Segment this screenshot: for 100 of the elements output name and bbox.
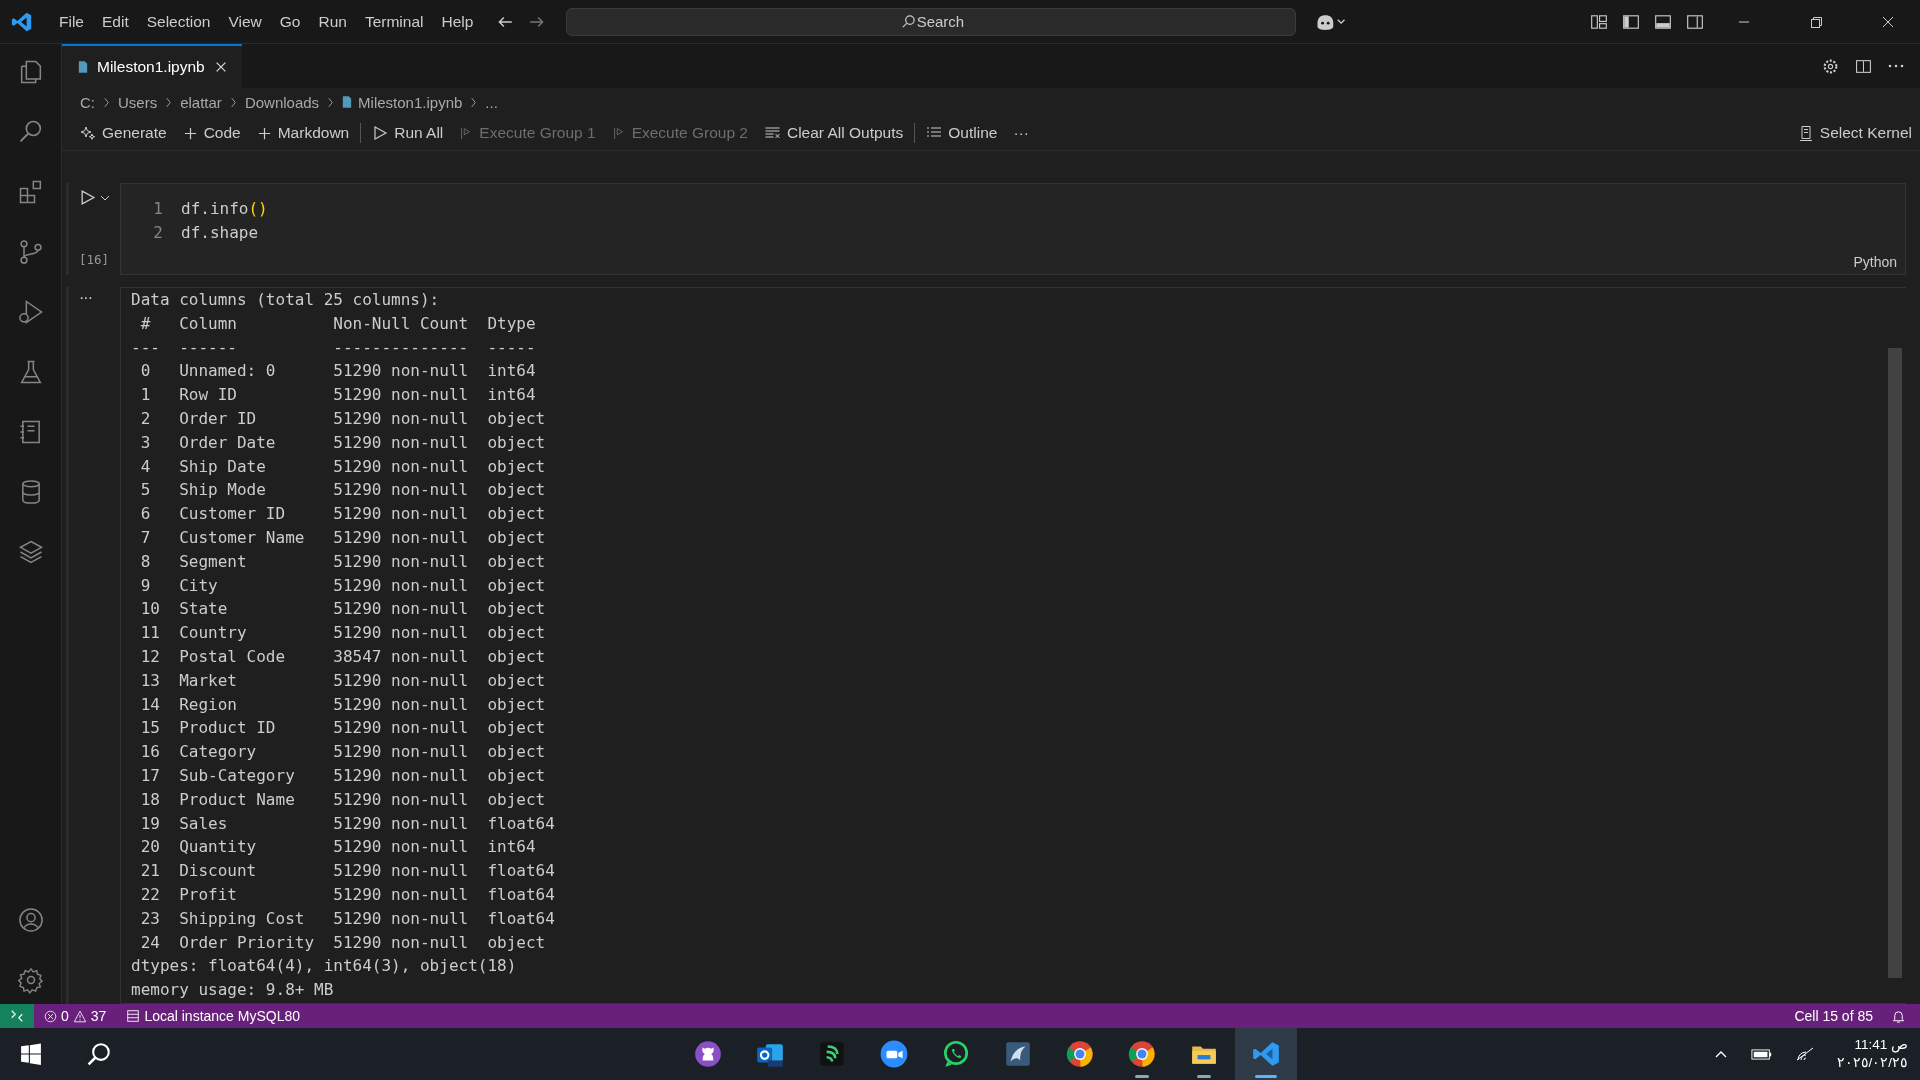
- output-line: 11 Country 51290 non-null object: [139, 622, 546, 645]
- output-line: 10 State 51290 non-null object: [139, 598, 546, 621]
- chevron-down-icon[interactable]: [100, 193, 110, 202]
- notebook-file-icon: [342, 95, 353, 109]
- breadcrumb-item[interactable]: Mileston1.ipynb: [358, 93, 463, 111]
- code-icon: [1251, 1039, 1282, 1069]
- panel-toggle-icon[interactable]: [1654, 12, 1672, 31]
- output-line: 2 Order ID 51290 non-null object: [139, 408, 546, 430]
- output-line: 17 Sub-Category 51290 non-null object: [139, 764, 546, 787]
- breadcrumb-item[interactable]: C:: [80, 93, 95, 111]
- menu-item[interactable]: Edit: [93, 12, 138, 31]
- menu-item[interactable]: Help: [432, 12, 483, 31]
- line-number: 1: [152, 198, 163, 218]
- output-line: 6 Customer ID 51290 non-null object: [139, 503, 546, 526]
- output-line: 8 Segment 51290 non-null object: [139, 550, 546, 573]
- output-line: 12 Postal Code 38547 non-null object: [139, 645, 546, 668]
- cell-position[interactable]: Cell 15 of 85: [1784, 1008, 1883, 1024]
- toolbar-button[interactable]: Run All: [364, 121, 452, 145]
- secondary-sidebar-icon[interactable]: [1686, 12, 1704, 31]
- bar-play-icon: [611, 125, 626, 141]
- kernel-icon: [1797, 124, 1814, 142]
- remote-button[interactable]: [0, 1004, 34, 1028]
- sparkle-icon: [80, 125, 96, 141]
- output-line: Data columns (total 25 columns):: [131, 289, 440, 311]
- menu-item[interactable]: Terminal: [355, 12, 433, 31]
- search-icon: [901, 13, 917, 29]
- output-line: # Column Non-Null Count Dtype: [139, 312, 536, 335]
- run-cell-icon[interactable]: [79, 189, 96, 206]
- menu-item[interactable]: Run: [309, 12, 356, 31]
- menu-item[interactable]: Selection: [137, 12, 220, 31]
- clock-date[interactable]: ٢٠٢٥/٠٢/٢٥: [1836, 1054, 1908, 1072]
- output-line: 5 Ship Mode 51290 non-null object: [139, 479, 546, 502]
- warning-icon: [72, 1009, 87, 1023]
- menu-item[interactable]: File: [50, 12, 93, 31]
- output-line: 9 City 51290 non-null object: [139, 574, 546, 597]
- output-line: 3 Order Date 51290 non-null object: [139, 431, 546, 454]
- notebook-file-icon: [78, 60, 88, 74]
- vscode-logo-icon: [11, 10, 33, 33]
- run-debug-icon[interactable]: [16, 298, 45, 326]
- account-icon[interactable]: [16, 906, 45, 934]
- toolbar-button[interactable]: Markdown: [248, 121, 358, 145]
- github-icon: [693, 1039, 724, 1069]
- output-line: 18 Product Name 51290 non-null object: [139, 788, 546, 811]
- search-field[interactable]: Search: [566, 7, 1297, 36]
- clear-list-icon: [764, 125, 781, 141]
- menu-item[interactable]: Go: [270, 12, 310, 31]
- bell-icon[interactable]: [1891, 1008, 1906, 1024]
- chevron-right-icon: [470, 96, 478, 108]
- settings-icon[interactable]: [16, 966, 45, 994]
- language-label[interactable]: Python: [1853, 254, 1897, 270]
- output-line: 19 Sales 51290 non-null float64: [139, 812, 555, 835]
- breadcrumb-item[interactable]: elattar: [180, 93, 222, 111]
- output-line: 22 Profit 51290 non-null float64: [139, 883, 555, 906]
- output-more-button[interactable]: ···: [79, 287, 120, 307]
- split-editor-icon[interactable]: [1855, 57, 1872, 75]
- database-icon: [126, 1009, 141, 1023]
- clock-time[interactable]: 11:41 ص: [1854, 1036, 1908, 1054]
- output-line: --- ------ -------------- -----: [131, 336, 536, 359]
- output-line: 4 Ship Date 51290 non-null object: [139, 455, 546, 478]
- video-icon: [879, 1039, 910, 1069]
- output-line: 14 Region 51290 non-null object: [139, 693, 546, 716]
- select-kernel-button[interactable]: Select Kernel: [1789, 121, 1920, 145]
- toolbar-button[interactable]: Generate: [72, 121, 175, 145]
- chevron-right-icon: [103, 96, 110, 108]
- code-line: df.shape: [181, 222, 259, 242]
- editor-tab[interactable]: Mileston1.ipynb: [62, 44, 242, 88]
- search-icon[interactable]: [86, 1041, 112, 1067]
- output-line: 0 Unnamed: 0 51290 non-null int64: [139, 360, 536, 383]
- scrollbar[interactable]: [1888, 348, 1902, 978]
- menu-item[interactable]: View: [219, 12, 271, 31]
- toolbar-button[interactable]: Outline: [918, 121, 1006, 145]
- sidebar-toggle-icon[interactable]: [1622, 12, 1640, 31]
- output-line: 20 Quantity 51290 non-null int64: [139, 836, 536, 859]
- more-actions-button[interactable]: ···: [1005, 121, 1037, 145]
- breadcrumb-item[interactable]: Downloads: [244, 93, 320, 111]
- plus-icon: [256, 125, 272, 141]
- output-line: 21 Discount 51290 non-null float64: [139, 860, 555, 883]
- breadcrumb-item[interactable]: Users: [118, 93, 158, 111]
- start-icon[interactable]: [20, 1043, 42, 1065]
- output-line: dtypes: float64(4), int64(3), object(18): [131, 955, 517, 978]
- connection-status[interactable]: Local instance MySQL80: [116, 1008, 310, 1024]
- toolbar-button[interactable]: Code: [174, 121, 249, 145]
- output-line: 15 Product ID 51290 non-null object: [139, 717, 546, 740]
- toolbar-button[interactable]: Clear All Outputs: [756, 121, 912, 145]
- output-line: 24 Order Priority 51290 non-null object: [139, 931, 546, 954]
- breadcrumb-item[interactable]: ...: [485, 93, 498, 111]
- code-line: df.info(): [181, 198, 268, 218]
- line-number: 2: [152, 222, 163, 242]
- code-cell[interactable]: 1 df.info() 2 df.shape Python: [120, 183, 1906, 275]
- output-line: 23 Shipping Cost 51290 non-null float64: [139, 907, 555, 930]
- chevron-right-icon: [165, 96, 173, 108]
- output-line: 13 Market 51290 non-null object: [139, 669, 546, 692]
- problems-button[interactable]: 0 37: [34, 1008, 117, 1024]
- remote-icon: [10, 1009, 24, 1023]
- browser-icon: [1065, 1039, 1096, 1069]
- wifi-icon[interactable]: [1794, 1046, 1815, 1062]
- battery-icon[interactable]: [1750, 1047, 1773, 1061]
- layout-icon[interactable]: [1590, 12, 1608, 31]
- settings-icon[interactable]: [1822, 57, 1839, 75]
- layers-icon[interactable]: [16, 538, 45, 566]
